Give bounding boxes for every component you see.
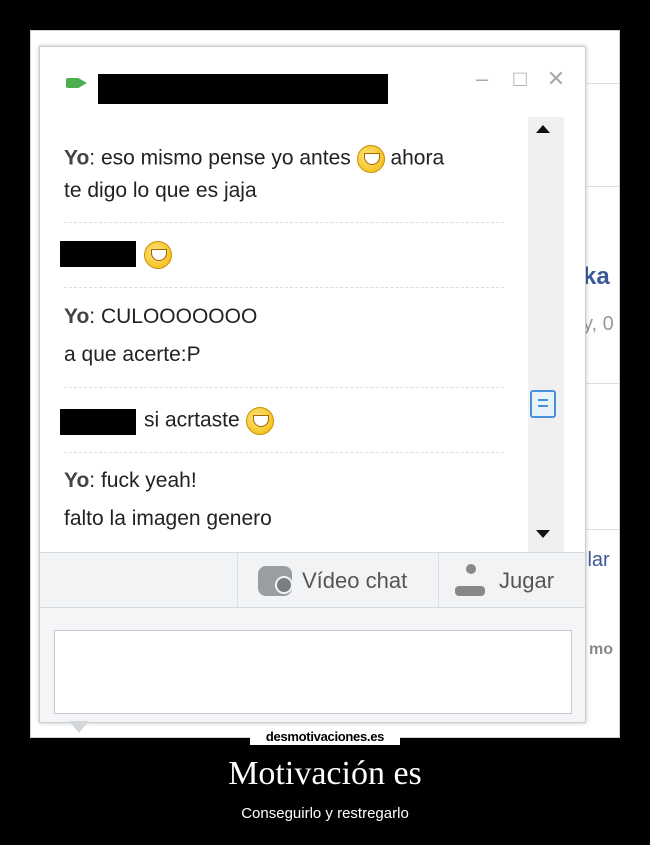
message-line: a que acerte:P (64, 343, 201, 366)
toolbar-separator (438, 553, 439, 607)
chat-toolbar: Vídeo chat Jugar (40, 552, 585, 608)
message-text: fuck yeah! (100, 469, 197, 492)
sender-name: Yo (64, 469, 90, 492)
bg-partial-logo: mo (589, 641, 613, 658)
message-text: eso mismo pense yo antes (100, 146, 351, 170)
message-line: te digo lo que es jaja (64, 179, 257, 202)
redacted-sender-name (60, 409, 136, 435)
scroll-thumb[interactable] (530, 390, 556, 418)
play-label: Jugar (499, 568, 555, 593)
smiley-emoji-icon (144, 241, 172, 269)
site-watermark: desmotivaciones.es (250, 729, 400, 745)
close-icon[interactable]: ✕ (544, 67, 568, 91)
message-divider (64, 387, 504, 388)
minimize-icon[interactable]: – (470, 67, 494, 91)
video-chat-button[interactable]: Vídeo chat (258, 559, 407, 603)
message-input[interactable] (54, 630, 572, 714)
video-chat-label: Vídeo chat (302, 568, 408, 593)
smiley-emoji-icon (245, 407, 274, 435)
scroll-down-arrow-icon[interactable] (536, 530, 550, 538)
message-text: ahora (390, 146, 445, 170)
redacted-contact-name (98, 74, 388, 104)
maximize-icon[interactable]: □ (508, 67, 532, 91)
message-list[interactable]: Yo: eso mismo pense yo antes ahora te di… (40, 117, 585, 552)
message-scrollbar[interactable] (528, 117, 564, 552)
redacted-sender-name (60, 241, 136, 267)
message-line: Yo: fuck yeah! (64, 469, 197, 492)
message-divider (64, 287, 504, 288)
toolbar-separator (237, 553, 238, 607)
message-text: CULOOOOOOO (100, 305, 258, 328)
message-line: Yo: eso mismo pense yo antes ahora (64, 145, 444, 173)
chat-window: – □ ✕ Yo: eso mismo pense yo antes ahora… (39, 46, 586, 723)
smiley-emoji-icon (356, 145, 385, 173)
play-button[interactable]: Jugar (455, 559, 554, 603)
video-chat-icon (258, 566, 293, 596)
chat-window-tail (69, 721, 89, 733)
message-divider (64, 452, 504, 453)
joystick-icon (455, 564, 485, 598)
sender-name: Yo (64, 305, 90, 328)
bg-partial-heading: ka (583, 263, 610, 290)
message-line: si acrtaste (144, 407, 274, 435)
poster-subtitle: Conseguirlo y restregarlo (241, 805, 409, 822)
sender-name: Yo (64, 146, 90, 170)
message-line: Yo: CULOOOOOOO (64, 305, 258, 328)
message-divider (64, 222, 504, 223)
scroll-up-arrow-icon[interactable] (536, 125, 550, 133)
message-text: si acrtaste (144, 408, 240, 432)
poster-title: Motivación es (228, 755, 422, 792)
chat-titlebar: – □ ✕ (40, 47, 585, 117)
bg-partial-link: llar (583, 549, 610, 571)
bg-partial-subtext: y, 0 (583, 313, 614, 335)
message-line: falto la imagen genero (64, 507, 272, 530)
video-camera-icon (66, 78, 87, 88)
poster-frame: ka y, 0 llar mo – □ ✕ Yo: eso mismo pens… (30, 30, 620, 738)
